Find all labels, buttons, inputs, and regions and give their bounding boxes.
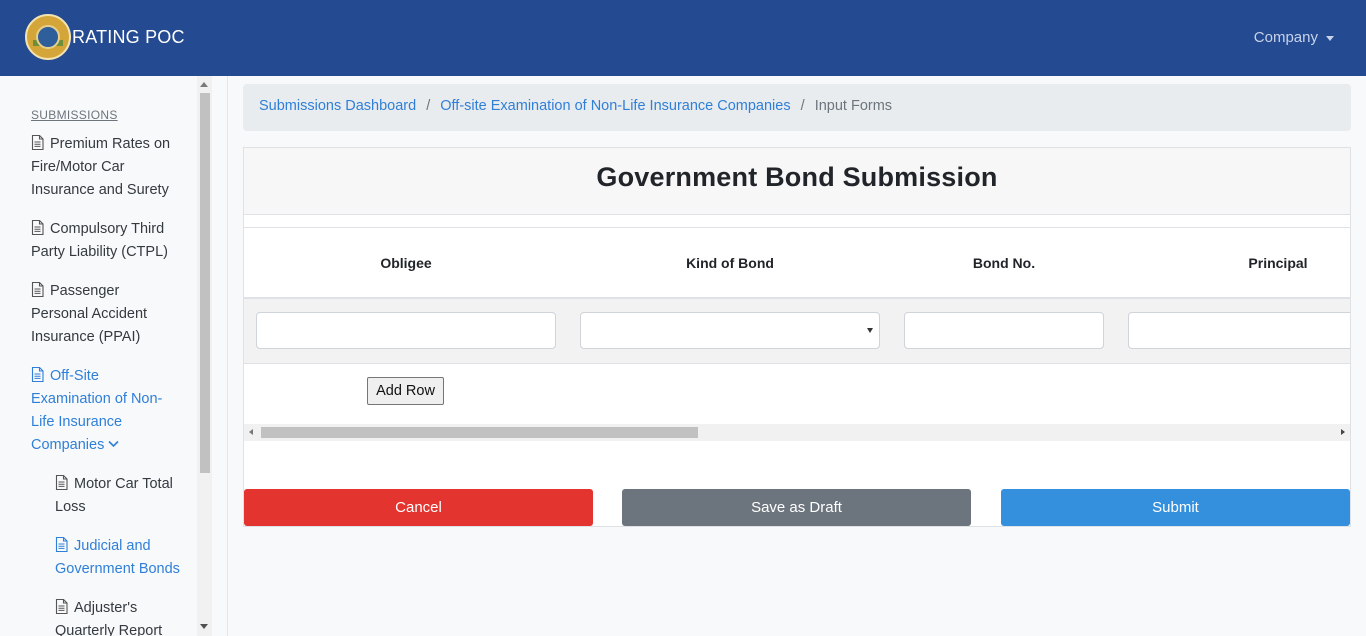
sidebar-item-label: Compulsory Third: [50, 221, 165, 237]
document-icon: [31, 135, 44, 150]
document-icon: [55, 537, 68, 552]
column-header-bond-no: Bond No.: [972, 255, 1036, 271]
column-header-obligee: Obligee: [380, 255, 432, 271]
scroll-up-arrow-icon[interactable]: [200, 82, 208, 87]
document-icon: [55, 599, 68, 614]
sidebar-item-label: Passenger: [50, 283, 120, 299]
sidebar-item-label: Adjuster's: [74, 600, 138, 616]
company-dropdown-label: Company: [1253, 29, 1318, 46]
sidebar-scrollbar-thumb[interactable]: [200, 93, 210, 473]
add-row-button[interactable]: Add Row: [367, 377, 444, 405]
form-title: Government Bond Submission: [596, 162, 998, 192]
sidebar-item-label: Examination of Non-: [31, 391, 163, 407]
table-row: [244, 299, 1350, 364]
sidebar-item-label: Judicial and: [74, 538, 151, 554]
scroll-left-arrow-icon[interactable]: [249, 429, 253, 435]
sidebar-item-label: Insurance (PPAI): [31, 329, 141, 345]
sidebar-item-ctpl[interactable]: Compulsory Third Party Liability (CTPL): [31, 218, 191, 264]
sidebar-item-label: Premium Rates on: [50, 136, 171, 152]
breadcrumb: Submissions Dashboard / Off-site Examina…: [243, 84, 1351, 131]
sidebar-item-label: Party Liability (CTPL): [31, 244, 168, 260]
sidebar-subitem-adjusters-quarterly-report[interactable]: Adjuster's Quarterly Report: [55, 597, 190, 636]
sidebar-item-label: Companies: [31, 437, 105, 453]
breadcrumb-separator: /: [426, 98, 431, 114]
column-header-principal: Principal: [1248, 255, 1308, 271]
sidebar-item-ppai[interactable]: Passenger Personal Accident Insurance (P…: [31, 280, 191, 349]
app-title: RATING POC: [72, 26, 185, 47]
sidebar-item-off-site-examination[interactable]: Off-Site Examination of Non- Life Insura…: [31, 365, 191, 457]
sidebar-subitem-judicial-government-bonds[interactable]: Judicial and Government Bonds: [55, 535, 190, 581]
select-caret-icon: [867, 328, 873, 333]
principal-input[interactable]: [1128, 312, 1350, 349]
sidebar-item-label: Loss: [55, 499, 86, 515]
card-header: Government Bond Submission: [244, 148, 1350, 215]
document-icon: [55, 475, 68, 490]
sidebar-item-label: Quarterly Report: [55, 623, 163, 636]
company-dropdown[interactable]: Company: [1254, 29, 1334, 46]
sidebar-item-label: Fire/Motor Car: [31, 159, 125, 175]
sidebar-subitem-motor-car-total-loss[interactable]: Motor Car Total Loss: [55, 473, 190, 519]
document-icon: [31, 220, 44, 235]
sidebar-item-label: Government Bonds: [55, 561, 180, 577]
breadcrumb-link-submissions-dashboard[interactable]: Submissions Dashboard: [259, 98, 416, 114]
caret-down-icon: [1326, 35, 1334, 41]
form-card: Government Bond Submission Obligee Kind …: [243, 147, 1351, 527]
sidebar-item-premium-rates[interactable]: Premium Rates on Fire/Motor Car Insuranc…: [31, 133, 191, 202]
obligee-input[interactable]: [256, 312, 556, 349]
horizontal-scrollbar-thumb[interactable]: [261, 427, 698, 438]
kind-of-bond-select[interactable]: [580, 312, 880, 349]
sidebar-item-label: Life Insurance: [31, 414, 123, 430]
insurance-commission-seal-logo: [25, 14, 71, 60]
sidebar-item-label: Insurance and Surety: [31, 182, 169, 198]
sidebar-item-label: Personal Accident: [31, 306, 148, 322]
document-icon: [31, 282, 44, 297]
sidebar-item-label: Motor Car Total: [74, 476, 173, 492]
chevron-down-icon: [108, 440, 119, 448]
sidebar: SUBMISSIONS Premium Rates on Fire/Motor …: [0, 76, 228, 636]
table-horizontal-scrollbar[interactable]: [244, 424, 1350, 441]
column-header-kind-of-bond: Kind of Bond: [686, 255, 774, 271]
breadcrumb-link-off-site-examination[interactable]: Off-site Examination of Non-Life Insuran…: [440, 98, 790, 114]
top-navbar: RATING POC Company: [0, 0, 1366, 76]
breadcrumb-separator: /: [800, 98, 805, 114]
scroll-down-arrow-icon[interactable]: [200, 624, 208, 629]
bond-no-input[interactable]: [904, 312, 1104, 349]
cancel-button[interactable]: Cancel: [244, 489, 593, 526]
scroll-right-arrow-icon[interactable]: [1341, 429, 1345, 435]
sidebar-item-label: Off-Site: [50, 368, 99, 384]
sidebar-heading: SUBMISSIONS: [31, 108, 118, 122]
save-as-draft-button[interactable]: Save as Draft: [622, 489, 971, 526]
document-icon: [31, 367, 44, 382]
brand[interactable]: RATING POC: [25, 14, 185, 60]
table-header: Obligee Kind of Bond Bond No. Principal: [244, 227, 1350, 299]
submit-button[interactable]: Submit: [1001, 489, 1350, 526]
breadcrumb-current: Input Forms: [814, 98, 893, 114]
